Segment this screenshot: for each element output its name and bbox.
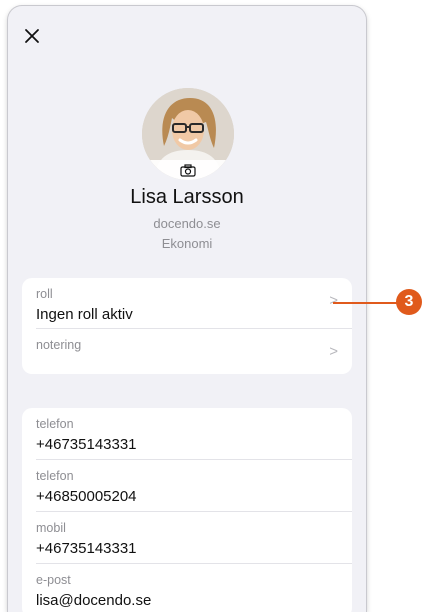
change-photo-band[interactable] [142,160,234,180]
role-card: roll Ingen roll aktiv > notering > [22,278,352,374]
email-value: lisa@docendo.se [36,592,152,609]
close-icon [25,29,39,43]
camera-icon [180,163,196,177]
contact-card: telefon +46735143331 telefon +4685000520… [22,408,352,612]
phone-row-1[interactable]: telefon +46735143331 [36,408,352,460]
role-row[interactable]: roll Ingen roll aktiv > [36,278,352,329]
callout-badge: 3 [396,289,422,315]
phone-label-2: telefon [36,469,74,483]
email-row[interactable]: e-post lisa@docendo.se [36,564,352,612]
contact-name: Lisa Larsson [130,186,244,208]
chevron-right-icon: > [329,292,338,309]
mobile-value: +46735143331 [36,540,137,557]
mobile-label: mobil [36,521,66,535]
close-button[interactable] [22,26,42,46]
avatar[interactable] [142,88,234,180]
contact-department: Ekonomi [161,236,213,251]
chevron-right-icon: > [329,343,338,360]
phone-label-1: telefon [36,417,74,431]
note-label: notering [36,338,82,352]
phone-row-2[interactable]: telefon +46850005204 [36,460,352,512]
callout-line [333,302,399,304]
contact-company: docendo.se [153,216,221,231]
phone-value-1: +46735143331 [36,436,137,453]
role-label: roll [36,287,53,301]
email-label: e-post [36,573,71,587]
phone-value-2: +46850005204 [36,488,137,505]
note-row[interactable]: notering > [36,329,352,374]
contact-sheet: Lisa Larsson docendo.se Ekonomi roll Ing… [8,6,366,612]
role-value: Ingen roll aktiv [36,306,133,323]
mobile-row[interactable]: mobil +46735143331 [36,512,352,564]
